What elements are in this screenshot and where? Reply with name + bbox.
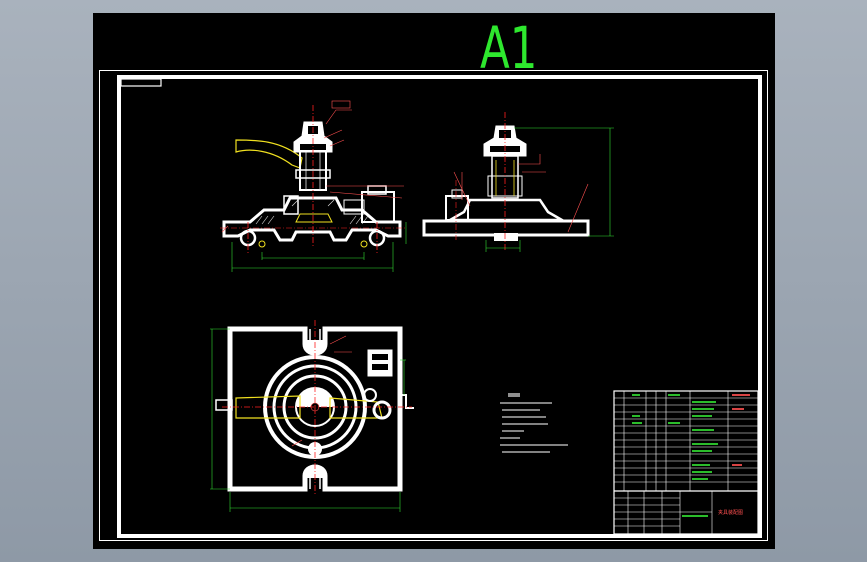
- fixture-base-front: [222, 196, 402, 242]
- technical-notes: [500, 393, 568, 453]
- base-plate-side: [422, 219, 590, 237]
- outer-border: [99, 70, 768, 541]
- top-view: [210, 320, 414, 512]
- drawing-number-box: [120, 78, 162, 87]
- title-block-drawing-name: 夹具装配图: [718, 510, 744, 516]
- cad-drawing: [99, 70, 768, 541]
- parts-list-entries: [632, 394, 718, 517]
- clamp-handle: [235, 139, 303, 169]
- inner-border: [117, 75, 762, 538]
- front-view: [220, 100, 407, 272]
- side-view: [422, 112, 614, 252]
